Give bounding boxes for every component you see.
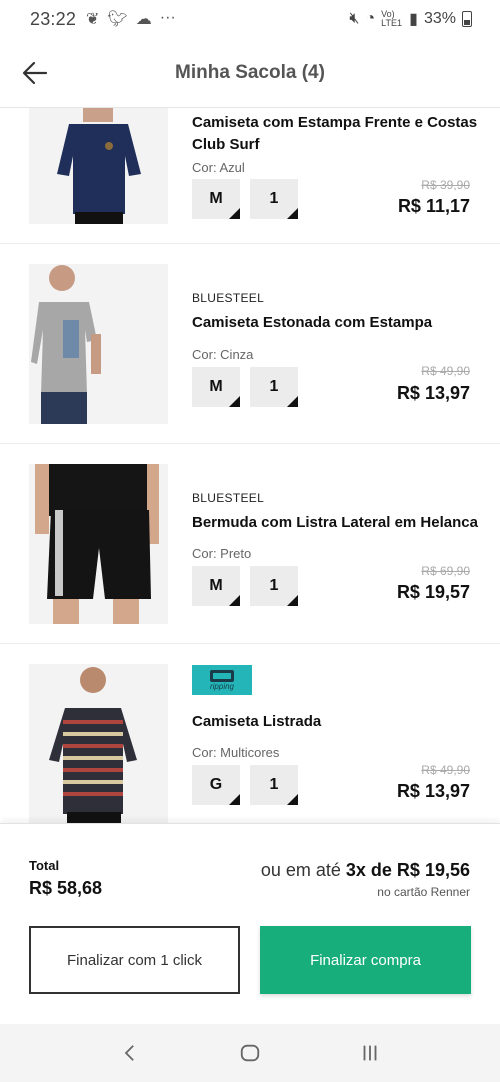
cart-item-list[interactable]: Camiseta com Estampa Frente e Costas Clu… <box>0 108 500 823</box>
one-click-checkout-button[interactable]: Finalizar com 1 click <box>29 926 240 994</box>
notification-icons: ❦ 🐦︎ ☁ ··· <box>86 9 176 29</box>
checkout-footer: Total R$ 58,68 ou em até 3x de R$ 19,56 … <box>0 823 500 1024</box>
original-price: R$ 49,90 <box>421 364 470 378</box>
wifi-icon: ◔ <box>365 10 376 27</box>
status-time: 23:22 <box>30 8 77 29</box>
sale-price: R$ 13,97 <box>396 781 470 801</box>
installment-note: no cartão Renner <box>377 885 470 899</box>
sale-price: R$ 11,17 <box>397 196 470 216</box>
system-nav-bar <box>0 1024 500 1082</box>
mute-icon: 🔇︎ <box>349 10 360 27</box>
size-selector[interactable]: M <box>192 179 240 219</box>
product-color: Cor: Preto <box>192 546 252 561</box>
app-bar: Minha Sacola (4) <box>0 38 500 108</box>
sale-price: R$ 19,57 <box>396 582 470 602</box>
product-image[interactable] <box>29 108 168 224</box>
product-image[interactable] <box>29 264 168 424</box>
cart-item: BLUESTEEL Camiseta Estonada com Estampa … <box>0 244 500 444</box>
installment-info: ou em até 3x de R$ 19,56 <box>261 860 470 881</box>
more-dots: ··· <box>159 9 176 26</box>
ripping-logo: ripping <box>192 665 252 695</box>
page-title: Minha Sacola (4) <box>175 61 325 83</box>
product-name[interactable]: Camiseta com Estampa Frente e Costas Clu… <box>192 112 482 156</box>
status-bar: 23:22 ❦ 🐦︎ ☁ ··· 🔇︎ ◔ Vo) LTE1 ▮ 33% <box>0 0 500 38</box>
quantity-selector[interactable]: 1 <box>250 765 298 805</box>
product-image[interactable] <box>29 464 168 624</box>
quantity-selector[interactable]: 1 <box>250 179 298 219</box>
size-selector[interactable]: M <box>192 367 240 407</box>
product-name[interactable]: Camiseta Estonada com Estampa <box>192 312 482 334</box>
quantity-selector[interactable]: 1 <box>250 566 298 606</box>
product-color: Cor: Azul <box>192 160 245 175</box>
product-color: Cor: Multicores <box>192 745 280 760</box>
battery-percent: 33% <box>423 10 456 27</box>
twitter-icon: 🐦︎ <box>107 11 128 28</box>
brand-label: BLUESTEEL <box>192 291 265 305</box>
sale-price: R$ 13,97 <box>396 383 470 403</box>
cart-item: Camiseta com Estampa Frente e Costas Clu… <box>0 108 500 244</box>
app-notification-icon: ❦ <box>86 11 100 28</box>
brand-label: BLUESTEEL <box>192 491 265 505</box>
back-arrow-icon[interactable] <box>20 58 50 88</box>
cart-item: ripping Camiseta Listrada Cor: Multicore… <box>0 644 500 823</box>
status-right: 🔇︎ ◔ Vo) LTE1 ▮ 33% <box>349 9 472 29</box>
original-price: R$ 49,90 <box>421 763 470 777</box>
total-value: R$ 58,68 <box>29 878 103 898</box>
installment-prefix: ou em até <box>260 860 341 880</box>
product-color: Cor: Cinza <box>192 347 254 362</box>
size-selector[interactable]: G <box>192 765 240 805</box>
nav-recents-icon[interactable] <box>350 1033 390 1073</box>
size-selector[interactable]: M <box>192 566 240 606</box>
original-price: R$ 69,90 <box>421 564 470 578</box>
nav-back-icon[interactable] <box>110 1033 150 1073</box>
quantity-selector[interactable]: 1 <box>250 367 298 407</box>
ripping-logo-mark-icon <box>210 669 234 682</box>
total-label: Total <box>29 858 60 873</box>
original-price: R$ 39,90 <box>421 178 470 192</box>
checkout-button[interactable]: Finalizar compra <box>260 926 471 994</box>
product-name[interactable]: Bermuda com Listra Lateral em Helanca <box>192 512 482 534</box>
ripping-logo-text: ripping <box>209 681 234 691</box>
network-label: Vo) LTE1 <box>381 9 402 28</box>
cart-item: BLUESTEEL Bermuda com Listra Lateral em … <box>0 444 500 644</box>
product-name[interactable]: Camiseta Listrada <box>192 711 482 733</box>
cloud-icon: ☁ <box>135 11 152 28</box>
installment-value: 3x de R$ 19,56 <box>345 860 470 880</box>
battery-icon <box>462 11 472 27</box>
signal-icon: ▮ <box>409 11 418 28</box>
nav-home-icon[interactable] <box>230 1033 270 1073</box>
product-image[interactable] <box>29 664 168 823</box>
